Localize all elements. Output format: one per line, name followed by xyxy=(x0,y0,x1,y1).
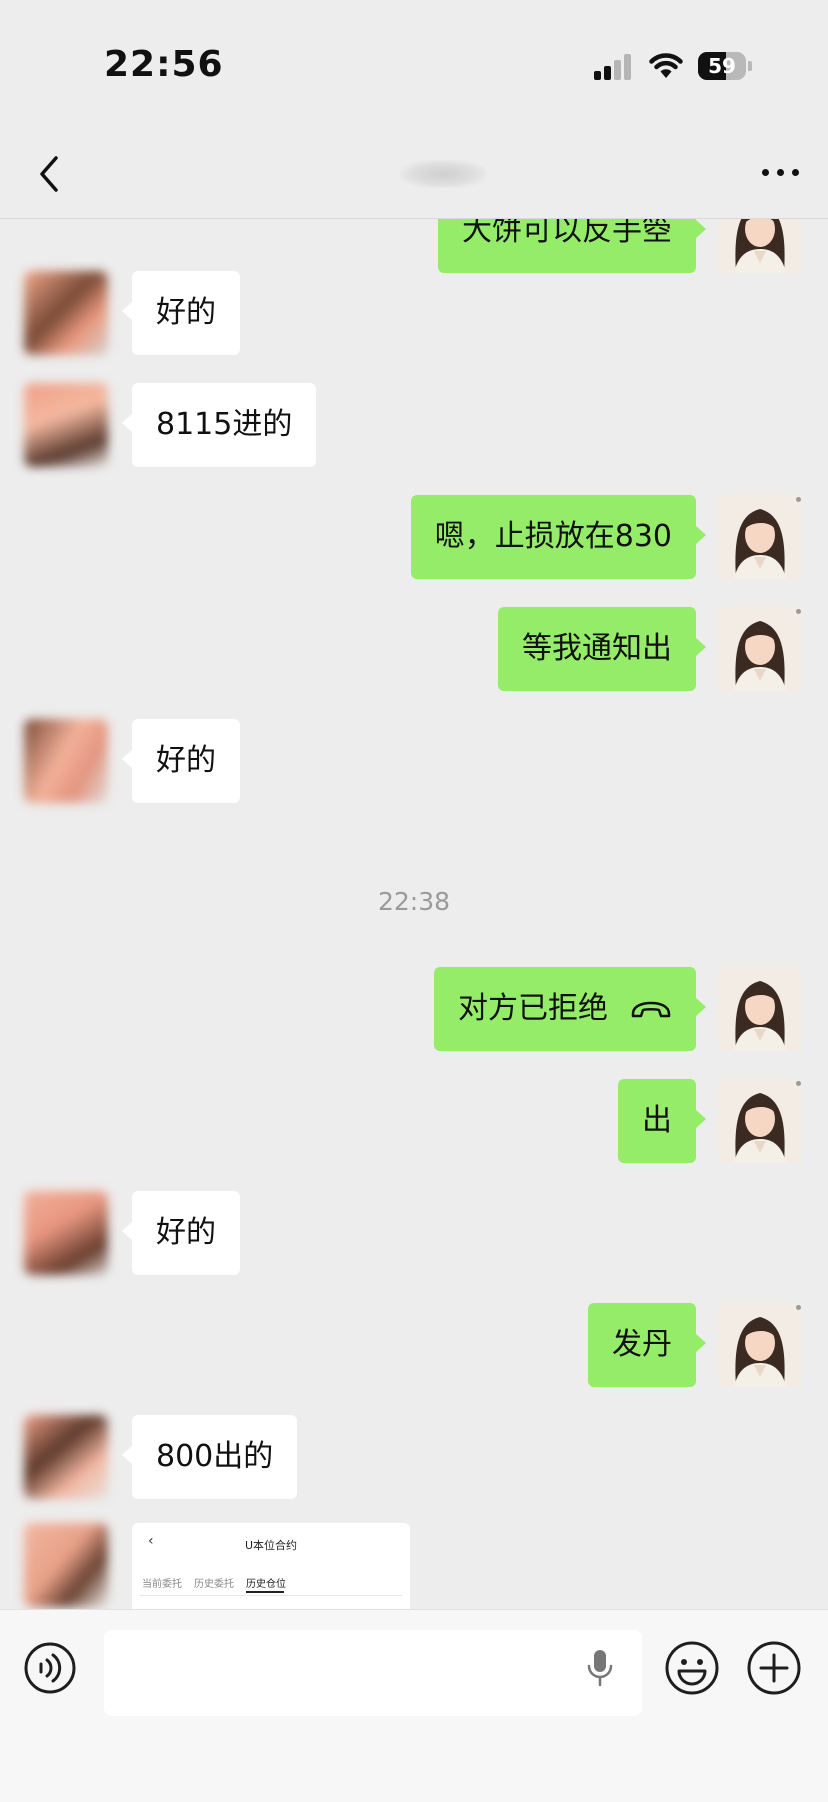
avatar[interactable] xyxy=(24,1415,108,1499)
screenshot-title: U本位合约 xyxy=(244,1539,298,1552)
read-indicator xyxy=(796,1081,801,1086)
avatar[interactable] xyxy=(24,1523,108,1607)
message-bubble[interactable]: 嗯，止损放在830 xyxy=(410,495,707,579)
message-bubble[interactable]: 8115进的 xyxy=(121,383,317,467)
message-bubble[interactable]: 大饼可以反手箜 xyxy=(438,219,706,273)
screenshot-tab: 历史委托 xyxy=(194,1579,234,1590)
message-bubble[interactable]: 等我通知出 xyxy=(498,607,706,691)
avatar[interactable] xyxy=(718,495,802,579)
phone-hangup-icon xyxy=(631,1001,671,1017)
message-bubble[interactable]: 好的 xyxy=(122,1191,240,1275)
battery-icon: 59 xyxy=(698,52,752,80)
wifi-icon xyxy=(649,53,683,78)
screenshot-tab: 当前委托 xyxy=(142,1579,182,1590)
read-indicator xyxy=(796,1305,801,1310)
message-bubble[interactable]: 好的 xyxy=(122,719,240,803)
input-bar xyxy=(0,1609,828,1802)
read-indicator xyxy=(796,497,801,502)
screenshot-tab-active: 历史仓位 xyxy=(246,1579,286,1590)
message-bubble[interactable]: 出 xyxy=(618,1079,706,1163)
back-icon[interactable] xyxy=(30,152,70,196)
avatar[interactable] xyxy=(24,271,108,355)
avatar[interactable] xyxy=(718,219,802,273)
avatar[interactable] xyxy=(718,607,802,691)
message-bubble[interactable]: 好的 xyxy=(122,271,240,355)
battery-level: 59 xyxy=(708,54,736,78)
mic-icon[interactable] xyxy=(586,1648,614,1688)
signal-icon xyxy=(594,54,634,80)
shared-screenshot[interactable]: ‹ U本位合约 当前委托 历史委托 历史仓位 xyxy=(132,1523,410,1609)
avatar[interactable] xyxy=(24,1191,108,1275)
status-time: 22:56 xyxy=(104,44,224,85)
avatar[interactable] xyxy=(718,1079,802,1163)
more-icon[interactable] xyxy=(756,160,806,184)
read-indicator xyxy=(796,609,801,614)
avatar[interactable] xyxy=(718,1303,802,1387)
contact-name xyxy=(400,160,486,188)
avatar[interactable] xyxy=(24,383,108,467)
call-record-bubble[interactable]: 对方已拒绝 xyxy=(434,967,706,1051)
voice-icon[interactable] xyxy=(24,1642,76,1694)
call-status-text: 对方已拒绝 xyxy=(458,991,608,1026)
avatar[interactable] xyxy=(718,967,802,1051)
avatar[interactable] xyxy=(24,719,108,803)
message-bubble[interactable]: 800出的 xyxy=(121,1415,298,1499)
message-list[interactable]: 大饼可以反手箜 好的 8115进的 嗯，止损放在830 等我通知出 好的 22:… xyxy=(0,219,828,1609)
plus-icon[interactable] xyxy=(746,1640,802,1696)
screenshot-divider xyxy=(140,1595,402,1596)
message-timestamp: 22:38 xyxy=(377,887,451,916)
message-input[interactable] xyxy=(104,1630,642,1716)
chat-header xyxy=(0,130,828,219)
emoji-icon[interactable] xyxy=(664,1640,720,1696)
message-bubble[interactable]: 发丹 xyxy=(588,1303,706,1387)
status-bar: 22:56 59 xyxy=(0,0,828,130)
screenshot-tab-underline xyxy=(246,1591,284,1593)
